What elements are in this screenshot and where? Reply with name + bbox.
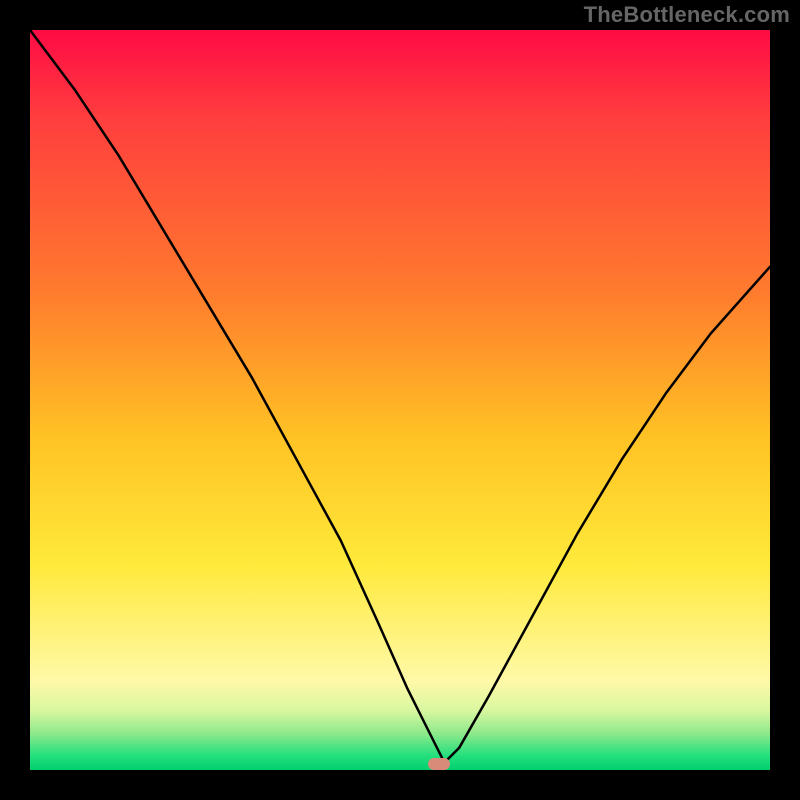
chart-frame: TheBottleneck.com [0, 0, 800, 800]
bottleneck-curve [30, 30, 770, 770]
minimum-marker [428, 758, 450, 770]
plot-area [30, 30, 770, 770]
watermark-text: TheBottleneck.com [584, 2, 790, 28]
